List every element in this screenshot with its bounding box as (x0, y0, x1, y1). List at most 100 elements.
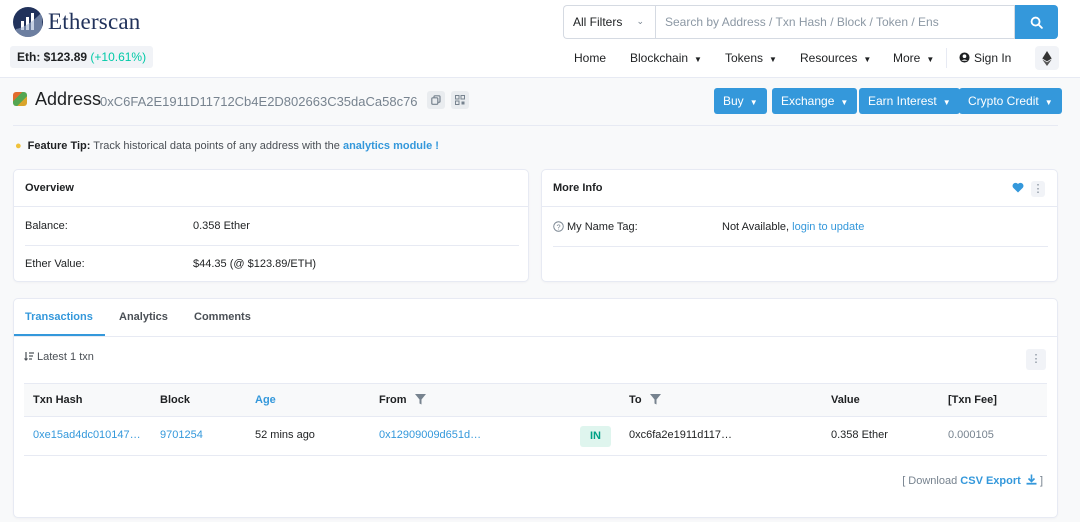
balance-label: Balance: (25, 220, 68, 232)
balance-value: 0.358 Ether (193, 220, 250, 232)
col-block: Block (160, 394, 190, 406)
nav-home[interactable]: Home (574, 46, 606, 70)
txn-count-label: Latest 1 txn (37, 351, 94, 363)
name-tag-label: My Name Tag: (567, 221, 638, 233)
tab-transactions[interactable]: Transactions (25, 311, 93, 323)
chevron-down-icon: ▼ (863, 55, 872, 64)
search-filter-value: All Filters (573, 15, 623, 29)
nav-signin[interactable]: Sign In (959, 46, 1011, 70)
chevron-down-icon: ▼ (1044, 98, 1053, 107)
chevron-down-icon: ⌄ (636, 16, 644, 26)
download-prefix: [ Download (902, 475, 958, 487)
user-circle-icon (959, 52, 970, 63)
more-info-title: More Info (542, 170, 1057, 207)
exchange-button[interactable]: Exchange ▼ (772, 88, 858, 114)
title-divider (13, 125, 1058, 126)
name-tag-value: Not Available, (722, 221, 790, 233)
eth-price: Eth: $123.89 (17, 50, 88, 64)
brand-name: Etherscan (48, 9, 141, 34)
nav-tokens[interactable]: Tokens ▼ (725, 46, 777, 70)
search-input[interactable] (655, 5, 1015, 39)
overview-card: Overview Balance: 0.358 Ether Ether Valu… (13, 169, 529, 282)
nav-tokens-label: Tokens (725, 51, 764, 65)
search-button[interactable] (1015, 5, 1058, 39)
txn-hash-link[interactable]: 0xe15ad4dc010147… (33, 429, 141, 441)
copy-address-button[interactable] (427, 91, 445, 109)
col-value: Value (831, 394, 860, 406)
nav-more-label: More (893, 51, 921, 65)
nav-home-label: Home (574, 51, 607, 65)
filter-icon[interactable] (414, 394, 426, 405)
txn-fee: 0.000105 (948, 429, 994, 441)
qr-code-icon (455, 95, 465, 105)
chevron-down-icon: ▼ (942, 98, 951, 107)
crypto-credit-button-label: Crypto Credit (968, 94, 1039, 108)
ethereum-icon (1042, 50, 1052, 66)
table-options-button[interactable]: ⋮ (1026, 349, 1046, 370)
heart-icon (1012, 182, 1024, 193)
nav-divider (946, 48, 947, 68)
tab-analytics[interactable]: Analytics (119, 311, 168, 323)
etherscan-logo[interactable]: Etherscan (13, 7, 140, 37)
col-txn-hash: Txn Hash (33, 394, 83, 406)
transactions-card: Transactions Analytics Comments Latest 1… (13, 298, 1058, 518)
nav-resources-label: Resources (800, 51, 858, 65)
ether-value: $44.35 (@ $123.89/ETH) (193, 258, 317, 270)
more-info-card: More Info ⋮ ? My Name Tag: Not Available… (541, 169, 1058, 282)
tabs-divider (14, 336, 1057, 337)
download-csv: [ Download CSV Export ] (902, 474, 1043, 487)
address-hash: 0xC6FA2E1911D11712Cb4E2D802663C35daCa58c… (100, 94, 418, 109)
nav-more[interactable]: More ▼ (893, 46, 934, 70)
crypto-credit-button[interactable]: Crypto Credit ▼ (959, 88, 1062, 114)
address-identicon (13, 92, 27, 106)
etherscan-logo-icon (13, 7, 43, 37)
csv-export-link[interactable]: CSV Export (960, 474, 1040, 487)
nav-resources[interactable]: Resources ▼ (800, 46, 871, 70)
from-address-link[interactable]: 0x12909009d651d… (379, 429, 481, 441)
more-options-button[interactable]: ⋮ (1031, 181, 1045, 197)
direction-badge: IN (580, 426, 611, 447)
nav-blockchain-label: Blockchain (630, 51, 689, 65)
search-filter-select[interactable]: All Filters ⌄ (563, 5, 655, 39)
col-to: To (629, 394, 661, 406)
overview-title: Overview (14, 170, 528, 207)
favorite-button[interactable] (1012, 182, 1024, 196)
ether-value-label: Ether Value: (25, 258, 85, 270)
search-bar: All Filters ⌄ (563, 5, 1058, 39)
buy-button-label: Buy (723, 94, 744, 108)
row-divider (24, 455, 1047, 456)
network-toggle[interactable] (1035, 46, 1059, 70)
tab-comments[interactable]: Comments (194, 311, 251, 323)
site-header: Etherscan Eth: $123.89 (+10.61%) All Fil… (0, 0, 1080, 78)
earn-interest-button[interactable]: Earn Interest ▼ (859, 88, 960, 114)
qr-code-button[interactable] (451, 91, 469, 109)
nav-blockchain[interactable]: Blockchain ▼ (630, 46, 702, 70)
filter-icon[interactable] (649, 394, 661, 405)
kebab-icon: ⋮ (1030, 353, 1042, 365)
col-from-label: From (379, 394, 407, 406)
txn-age: 52 mins ago (255, 429, 315, 441)
earn-interest-button-label: Earn Interest (868, 94, 937, 108)
eth-price-change: (+10.61%) (90, 50, 147, 64)
active-tab-indicator (14, 334, 105, 336)
chevron-down-icon: ▼ (749, 98, 758, 107)
exchange-button-label: Exchange (781, 94, 835, 108)
analytics-module-link[interactable]: analytics module ! (343, 140, 439, 152)
buy-button[interactable]: Buy ▼ (714, 88, 767, 114)
feature-tip: ● Feature Tip: Track historical data poin… (15, 140, 439, 152)
feature-tip-text: Track historical data points of any addr… (93, 140, 340, 152)
col-age[interactable]: Age (255, 394, 276, 406)
download-suffix: ] (1039, 475, 1043, 487)
copy-icon (431, 95, 441, 105)
sort-icon (24, 352, 34, 361)
block-link[interactable]: 9701254 (160, 429, 203, 441)
col-from: From (379, 394, 426, 406)
feature-tip-prefix: Feature Tip: (27, 140, 91, 152)
csv-export-label: CSV Export (960, 475, 1021, 487)
login-to-update-link[interactable]: login to update (792, 221, 864, 233)
col-txn-fee[interactable]: [Txn Fee] (948, 394, 997, 406)
question-circle-icon[interactable]: ? (553, 221, 564, 232)
name-tag-row: ? My Name Tag: (553, 221, 638, 233)
search-icon (1030, 16, 1043, 29)
lightbulb-icon: ● (15, 140, 22, 152)
